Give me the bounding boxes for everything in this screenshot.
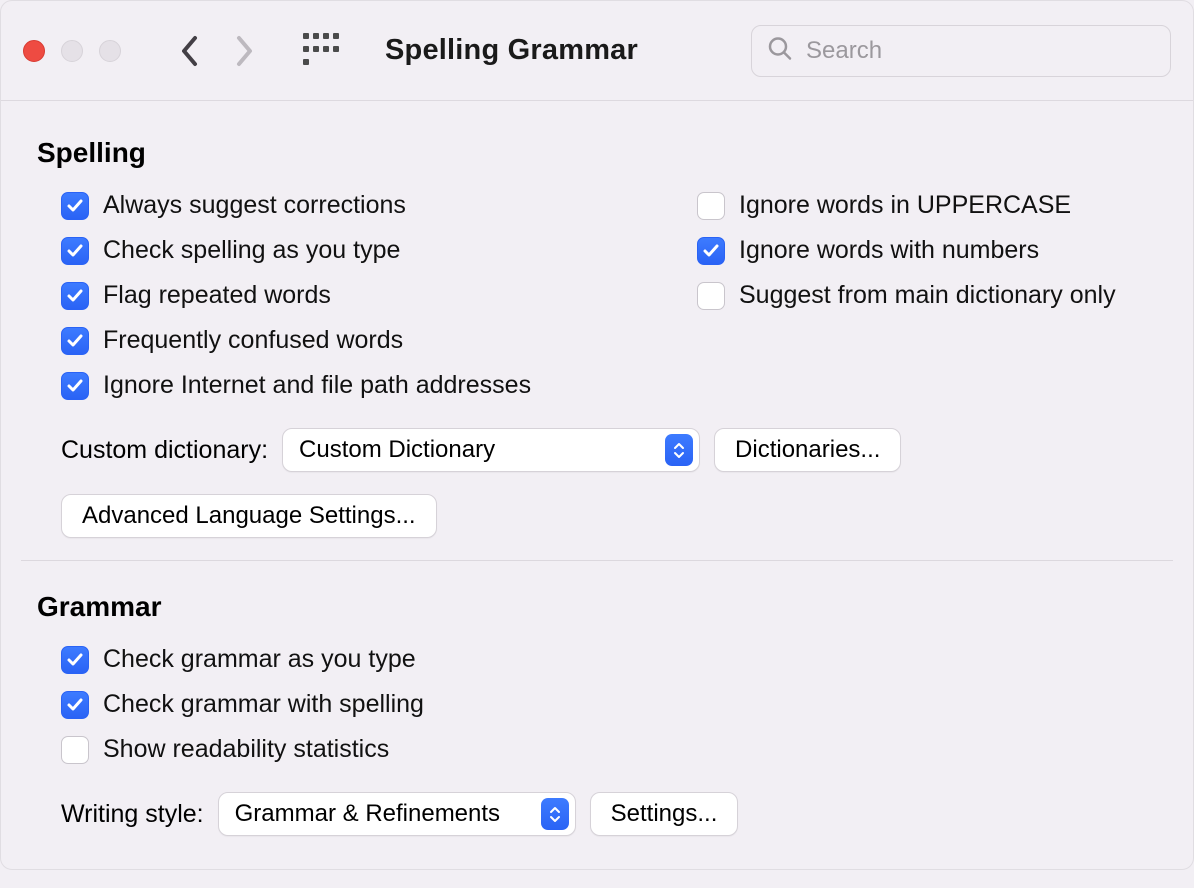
grammar-option-row: Check grammar with spelling (61, 690, 637, 719)
spelling-option-row: Ignore words in UPPERCASE (697, 191, 1157, 220)
spelling-option-label: Flag repeated words (103, 281, 331, 310)
writing-style-row: Writing style: Grammar & Refinements Set… (37, 792, 1157, 836)
spelling-option-row: Ignore Internet and file path addresses (61, 371, 637, 400)
spelling-option-checkbox[interactable] (61, 372, 89, 400)
grammar-option-label: Check grammar with spelling (103, 690, 424, 719)
grammar-option-row: Check grammar as you type (61, 645, 637, 674)
search-wrap (751, 25, 1171, 77)
spelling-option-row: Always suggest corrections (61, 191, 637, 220)
spelling-option-row: Frequently confused words (61, 326, 637, 355)
custom-dictionary-select[interactable]: Custom Dictionary (282, 428, 700, 472)
dictionaries-button-label: Dictionaries... (735, 436, 880, 464)
spelling-option-row: Suggest from main dictionary only (697, 281, 1157, 310)
spelling-option-row: Check spelling as you type (61, 236, 637, 265)
maximize-window-button[interactable] (99, 40, 121, 62)
grammar-section-title: Grammar (37, 591, 1157, 623)
advanced-language-button-label: Advanced Language Settings... (82, 502, 416, 530)
spelling-option-label: Ignore Internet and file path addresses (103, 371, 531, 400)
forward-button[interactable] (235, 34, 255, 68)
spelling-option-row: Flag repeated words (61, 281, 637, 310)
grammar-option-checkbox[interactable] (61, 646, 89, 674)
spelling-option-label: Frequently confused words (103, 326, 403, 355)
spelling-option-checkbox[interactable] (61, 192, 89, 220)
spelling-option-label: Suggest from main dictionary only (739, 281, 1116, 310)
back-button[interactable] (179, 34, 199, 68)
updown-icon (541, 798, 569, 830)
custom-dictionary-label: Custom dictionary: (61, 436, 268, 465)
nav-arrows (179, 34, 255, 68)
spelling-section-title: Spelling (37, 137, 1157, 169)
grammar-option-label: Check grammar as you type (103, 645, 416, 674)
writing-style-select[interactable]: Grammar & Refinements (218, 792, 576, 836)
spelling-option-checkbox[interactable] (697, 237, 725, 265)
custom-dictionary-value: Custom Dictionary (299, 436, 495, 464)
grammar-option-checkbox[interactable] (61, 691, 89, 719)
advanced-language-row: Advanced Language Settings... (37, 494, 1157, 538)
updown-icon (665, 434, 693, 466)
spelling-option-label: Always suggest corrections (103, 191, 406, 220)
spelling-option-label: Ignore words with numbers (739, 236, 1039, 265)
grammar-option-label: Show readability statistics (103, 735, 389, 764)
close-window-button[interactable] (23, 40, 45, 62)
search-icon (767, 35, 793, 66)
grammar-option-row: Show readability statistics (61, 735, 637, 764)
spelling-option-checkbox[interactable] (697, 192, 725, 220)
spelling-option-checkbox[interactable] (61, 327, 89, 355)
section-divider (21, 560, 1173, 561)
minimize-window-button[interactable] (61, 40, 83, 62)
search-input[interactable] (751, 25, 1171, 77)
writing-style-label: Writing style: (61, 800, 204, 829)
spelling-option-checkbox[interactable] (61, 282, 89, 310)
page-title: Spelling Grammar (385, 34, 638, 67)
advanced-language-settings-button[interactable]: Advanced Language Settings... (61, 494, 437, 538)
spelling-option-checkbox[interactable] (697, 282, 725, 310)
spelling-right-column: Ignore words in UPPERCASE Ignore words wi… (697, 191, 1157, 400)
spelling-options: Always suggest corrections Check spelling… (37, 191, 1157, 400)
dictionaries-button[interactable]: Dictionaries... (714, 428, 901, 472)
titlebar: Spelling Grammar (1, 1, 1193, 101)
spelling-option-label: Check spelling as you type (103, 236, 400, 265)
grammar-settings-button[interactable]: Settings... (590, 792, 739, 836)
content: Spelling Always suggest corrections Check… (1, 101, 1193, 888)
writing-style-value: Grammar & Refinements (235, 800, 500, 828)
spelling-option-row: Ignore words with numbers (697, 236, 1157, 265)
custom-dictionary-row: Custom dictionary: Custom Dictionary Dic… (37, 428, 1157, 472)
grammar-settings-button-label: Settings... (611, 800, 718, 828)
grammar-options: Check grammar as you type Check grammar w… (37, 645, 637, 764)
spelling-option-label: Ignore words in UPPERCASE (739, 191, 1071, 220)
spelling-left-column: Always suggest corrections Check spelling… (37, 191, 637, 400)
window-controls (23, 40, 121, 62)
show-all-icon[interactable] (303, 33, 339, 69)
grammar-option-checkbox[interactable] (61, 736, 89, 764)
spelling-option-checkbox[interactable] (61, 237, 89, 265)
